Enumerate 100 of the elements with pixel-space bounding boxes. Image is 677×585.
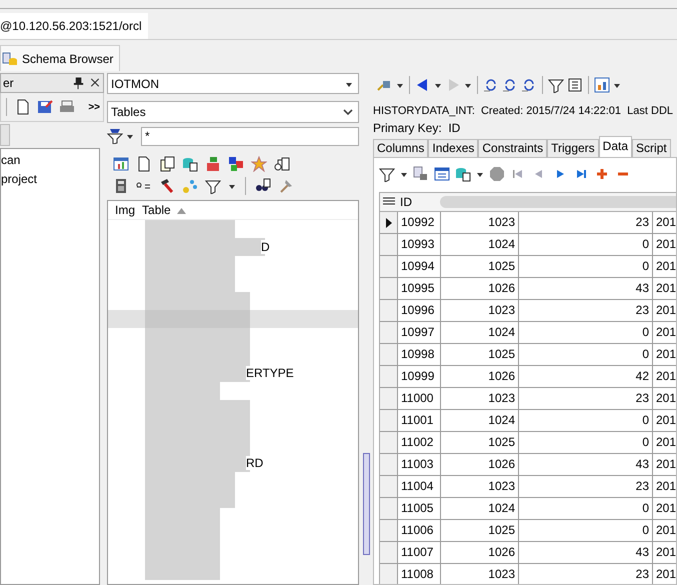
document-icon[interactable] <box>15 99 31 115</box>
table-cell: 10996 <box>398 300 441 321</box>
table-cell: 10998 <box>398 344 441 365</box>
column-header[interactable]: Img <box>108 203 142 217</box>
table-cell: 11001 <box>398 410 441 431</box>
tab[interactable]: Data <box>598 136 632 157</box>
dots-icon[interactable] <box>182 178 198 194</box>
table-cell-text: 201 <box>655 214 676 231</box>
column-header[interactable]: Table <box>142 203 177 217</box>
table-cell-text: 201 <box>655 368 676 385</box>
table-cell-text: 201 <box>655 412 676 429</box>
document-tab[interactable]: Schema Browser <box>0 45 120 71</box>
primary-key-label: Primary Key: ID <box>373 121 462 137</box>
hammer-icon[interactable] <box>159 178 175 194</box>
database-icon[interactable] <box>455 166 471 182</box>
table-cell: 1026 <box>441 542 519 563</box>
tab[interactable]: Script <box>632 139 671 157</box>
table-cell: 0 <box>519 344 653 365</box>
plus-icon[interactable] <box>594 166 610 182</box>
calculator-icon[interactable] <box>113 178 129 194</box>
close-icon[interactable] <box>89 76 101 90</box>
splitter-handle[interactable] <box>362 453 370 555</box>
table-cell: 1025 <box>441 344 519 365</box>
star-icon[interactable] <box>251 156 267 172</box>
object-info: HISTORYDATA_INT: Created: 2015/7/24 14:22:01 Last DDL <box>373 105 674 119</box>
tab[interactable]: Triggers <box>547 139 599 157</box>
table-cell: 1023 <box>441 476 519 497</box>
filter-icon[interactable] <box>548 77 564 93</box>
caret-icon[interactable] <box>400 170 408 178</box>
axe-icon[interactable] <box>278 178 294 194</box>
table-cell: 1026 <box>441 366 519 387</box>
table-cell-text: 201 <box>655 522 676 539</box>
pin-icon[interactable] <box>73 76 85 90</box>
tab[interactable]: Indexes <box>428 139 478 157</box>
table-cell-text: 201 <box>655 500 676 517</box>
filter-icon[interactable] <box>205 178 221 194</box>
node-icon[interactable] <box>274 156 290 172</box>
chart-icon[interactable] <box>594 77 610 93</box>
table-cell: 11004 <box>398 476 441 497</box>
table-cell: 11006 <box>398 520 441 541</box>
table-cell-text: 201 <box>655 302 676 319</box>
table-name[interactable]: RD <box>246 456 264 470</box>
table-cell: 11007 <box>398 542 441 563</box>
table-cell: 1025 <box>441 432 519 453</box>
documents-icon[interactable] <box>159 156 175 172</box>
connection-tab[interactable]: @10.120.56.203:1521/orcl <box>0 13 148 39</box>
column-header[interactable]: ID <box>397 193 440 211</box>
table-cell: 1023 <box>441 388 519 409</box>
list-row[interactable]: D <box>108 238 358 256</box>
table-name[interactable]: ERTYPE <box>246 366 294 380</box>
save-icon[interactable] <box>37 99 53 115</box>
filter-field[interactable]: * <box>141 126 359 146</box>
list-row[interactable]: ERTYPE <box>108 364 358 382</box>
caret-icon[interactable] <box>126 132 134 140</box>
caret-icon[interactable] <box>434 81 442 89</box>
print-icon[interactable] <box>59 99 75 115</box>
table-cell: 1024 <box>441 234 519 255</box>
stop-icon[interactable] <box>489 166 505 182</box>
table-cell: 1024 <box>441 410 519 431</box>
caret-icon[interactable] <box>396 81 404 89</box>
table-cell: 10992 <box>398 212 441 233</box>
table-cell: 1023 <box>441 300 519 321</box>
table-name[interactable]: D <box>261 240 270 254</box>
table-cell-text: 201 <box>655 346 676 363</box>
document-icon[interactable] <box>136 156 152 172</box>
database-icon[interactable] <box>182 156 198 172</box>
caret-icon[interactable] <box>228 182 236 190</box>
table-cell-text: 201 <box>655 280 676 297</box>
table-cell: 11000 <box>398 388 441 409</box>
table-cell: 1023 <box>441 212 519 233</box>
blocks-icon[interactable] <box>228 156 244 172</box>
table-cell: 1026 <box>441 278 519 299</box>
schema-icon[interactable] <box>2 50 18 66</box>
list-row[interactable]: RD <box>108 454 358 472</box>
table-cell: 1023 <box>441 564 519 584</box>
list-icon[interactable] <box>567 77 583 93</box>
binoculars-icon[interactable] <box>255 178 271 194</box>
filter-icon[interactable] <box>379 166 395 182</box>
schema-dropdown[interactable]: IOTMON <box>107 73 359 94</box>
filter-icon[interactable] <box>107 128 123 144</box>
table-cell: 1025 <box>441 520 519 541</box>
table-cell: 43 <box>519 454 653 475</box>
tree-item[interactable]: project <box>1 170 99 189</box>
table-cell: 42 <box>519 366 653 387</box>
tab[interactable]: Columns <box>373 139 428 157</box>
caret-icon[interactable] <box>464 81 472 89</box>
table-icon[interactable] <box>113 156 129 172</box>
form-icon[interactable] <box>434 166 450 182</box>
overflow-chevron[interactable]: >> <box>88 102 100 112</box>
tab[interactable]: Constraints <box>478 139 548 157</box>
box-icon[interactable] <box>205 156 221 172</box>
table-cell: 23 <box>519 564 653 584</box>
caret-icon[interactable] <box>476 170 484 178</box>
object-type-dropdown[interactable]: Tables <box>107 101 359 123</box>
caret-icon[interactable] <box>613 81 621 89</box>
record-icon[interactable] <box>413 166 429 182</box>
table-cell-text: 201 <box>655 324 676 341</box>
tree-item[interactable]: can <box>1 151 99 170</box>
table-cell: 23 <box>519 476 653 497</box>
table-cell: 0 <box>519 256 653 277</box>
